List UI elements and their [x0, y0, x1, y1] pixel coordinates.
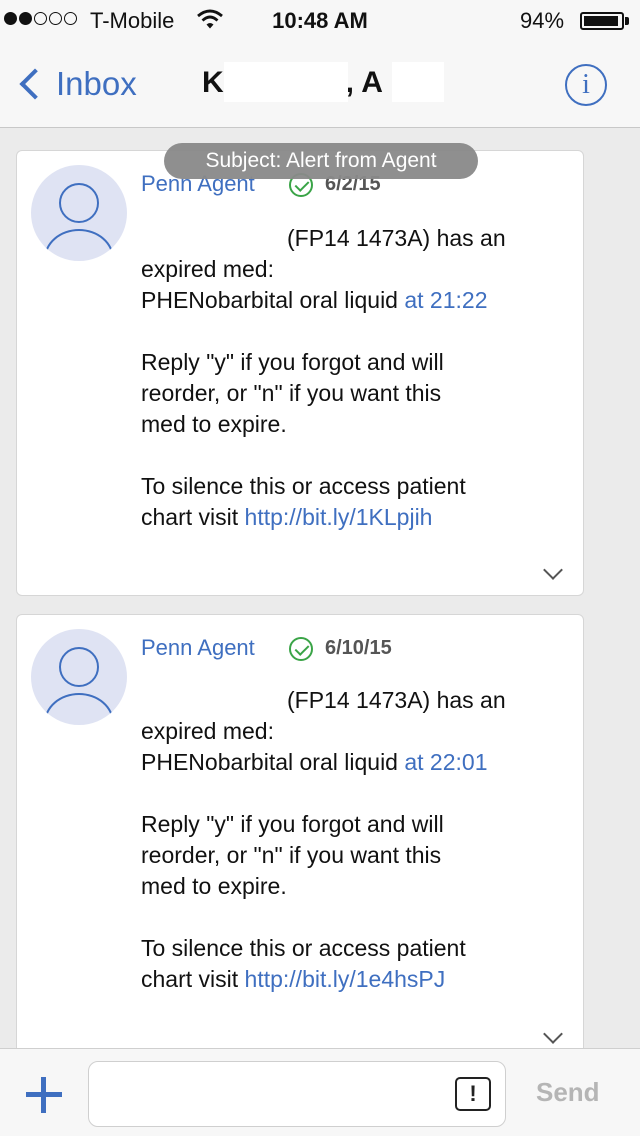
info-button[interactable]: i	[565, 64, 607, 106]
message-body: (FP14 1473A) has an expired med: PHENoba…	[141, 223, 571, 533]
chart-url-link[interactable]: http://bit.ly/1KLpjih	[245, 504, 433, 530]
body-line: reorder, or "n" if you want this	[141, 380, 442, 406]
body-line: expired med:	[141, 718, 274, 744]
body-line: To silence this or access patient	[141, 935, 466, 961]
body-line: PHENobarbital oral liquid	[141, 287, 398, 313]
title-part-first: K	[202, 66, 224, 99]
chart-url-link[interactable]: http://bit.ly/1e4hsPJ	[245, 966, 446, 992]
send-button[interactable]: Send	[536, 1077, 600, 1108]
compose-bar: ! Send	[0, 1048, 640, 1136]
message-body: (FP14 1473A) has an expired med: PHENoba…	[141, 685, 571, 995]
body-line: Reply "y" if you forgot and will	[141, 349, 444, 375]
body-line: (FP14 1473A) has an	[287, 225, 506, 251]
body-line: Reply "y" if you forgot and will	[141, 811, 444, 837]
body-line: To silence this or access patient	[141, 473, 466, 499]
body-line: med to expire.	[141, 873, 287, 899]
body-line: (FP14 1473A) has an	[287, 687, 506, 713]
sender-name[interactable]: Penn Agent	[141, 635, 255, 661]
message-input[interactable]	[88, 1061, 506, 1127]
navigation-bar: Inbox K , A i	[0, 40, 640, 128]
priority-alert-icon[interactable]: !	[455, 1077, 491, 1111]
title-part-second: , A	[345, 66, 383, 99]
back-button[interactable]: Inbox	[14, 62, 137, 106]
back-button-label: Inbox	[56, 65, 137, 102]
redacted-block	[224, 62, 348, 102]
avatar	[31, 629, 127, 725]
body-line: med to expire.	[141, 411, 287, 437]
chevron-down-icon[interactable]	[543, 560, 563, 580]
message-card[interactable]: Penn Agent 6/2/15 (FP14 1473A) has an ex…	[16, 150, 584, 596]
time-link[interactable]: at 22:01	[404, 749, 487, 775]
body-line: expired med:	[141, 256, 274, 282]
chevron-left-icon	[19, 68, 51, 100]
battery-icon	[580, 12, 624, 30]
status-bar: T-Mobile 10:48 AM 94%	[0, 0, 640, 40]
message-date: 6/10/15	[325, 637, 392, 659]
plus-icon-stroke	[41, 1077, 46, 1113]
message-card[interactable]: Penn Agent 6/10/15 (FP14 1473A) has an e…	[16, 614, 584, 1054]
subject-banner: Subject: Alert from Agent	[164, 143, 478, 179]
verified-check-icon	[289, 637, 313, 661]
chevron-down-icon[interactable]	[543, 1024, 563, 1044]
body-line: chart visit	[141, 504, 239, 530]
body-line: PHENobarbital oral liquid	[141, 749, 398, 775]
add-attachment-button[interactable]	[26, 1077, 62, 1113]
time-link[interactable]: at 21:22	[404, 287, 487, 313]
redacted-block	[392, 62, 444, 102]
battery-tip	[625, 17, 629, 25]
body-line: chart visit	[141, 966, 239, 992]
avatar	[31, 165, 127, 261]
battery-percentage: 94%	[520, 8, 565, 33]
body-line: reorder, or "n" if you want this	[141, 842, 442, 868]
